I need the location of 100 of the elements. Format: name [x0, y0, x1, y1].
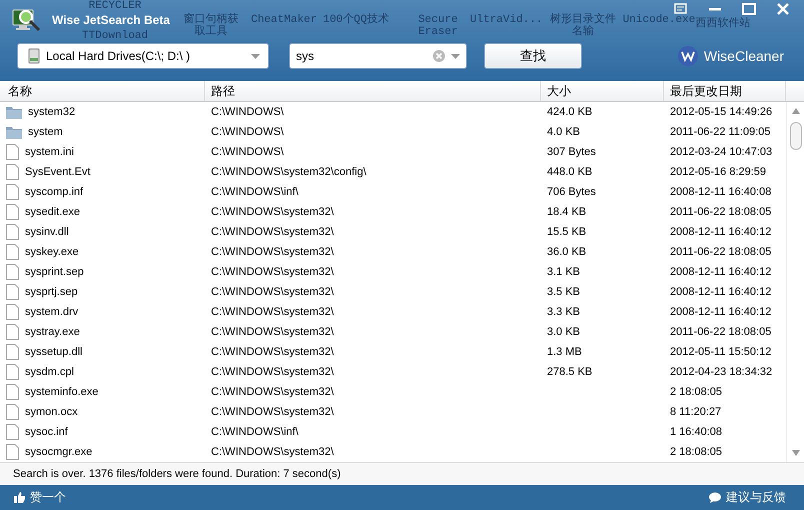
- maximize-icon[interactable]: [742, 3, 756, 15]
- desktop-icon-label: Secure Eraser: [417, 14, 459, 38]
- desktop-icon-label: UltraVid...: [470, 14, 542, 26]
- file-size: 424.0 KB: [547, 106, 592, 118]
- modified-date: 2012-05-15 14:49:26: [670, 106, 772, 118]
- file-icon: [6, 284, 19, 300]
- modified-date: 2 18:08:05: [670, 446, 722, 458]
- file-name: system.ini: [25, 146, 74, 158]
- file-size: 4.0 KB: [547, 126, 580, 138]
- file-path: C:\WINDOWS\inf\: [211, 426, 298, 438]
- thumbs-up-icon: [14, 492, 25, 504]
- file-size: 3.0 KB: [547, 326, 580, 338]
- file-name: sysprint.sep: [25, 266, 84, 278]
- folder-icon: [6, 126, 22, 139]
- modified-date: 2012-05-16 8:29:59: [670, 166, 766, 178]
- file-icon: [6, 164, 19, 180]
- file-name: syssetup.dll: [25, 346, 82, 358]
- file-icon: [6, 184, 19, 200]
- file-path: C:\WINDOWS\system32\: [211, 386, 334, 398]
- modified-date: 2012-03-24 10:47:03: [670, 146, 772, 158]
- file-name: syscomp.inf: [25, 186, 84, 198]
- drive-dropdown[interactable]: Local Hard Drives(C:\; D:\ ): [17, 43, 269, 69]
- menu-icon[interactable]: [674, 3, 688, 15]
- file-icon: [6, 324, 19, 340]
- file-icon: [6, 304, 19, 320]
- column-header[interactable]: 大小: [541, 81, 664, 102]
- file-name: sysdm.cpl: [25, 366, 74, 378]
- file-name: system: [28, 126, 63, 138]
- file-icon: [6, 244, 19, 260]
- file-icon: [6, 444, 19, 460]
- file-name: sysoc.inf: [25, 426, 68, 438]
- logo-icon: [678, 46, 698, 66]
- modified-date: 2011-06-22 11:09:05: [670, 126, 771, 138]
- file-path: C:\WINDOWS\system32\: [211, 266, 334, 278]
- column-header[interactable]: 最后更改日期: [664, 81, 786, 102]
- modified-date: 2008-12-11 16:40:08: [670, 186, 772, 198]
- scroll-thumb[interactable]: [790, 122, 802, 150]
- column-header[interactable]: 名称: [0, 81, 205, 102]
- file-path: C:\WINDOWS\system32\: [211, 366, 334, 378]
- file-path: C:\WINDOWS\system32\: [211, 206, 334, 218]
- file-icon: [6, 424, 19, 440]
- file-path: C:\WINDOWS\: [211, 106, 284, 118]
- file-icon: [6, 404, 19, 420]
- modified-date: 2011-06-22 18:08:05: [670, 206, 772, 218]
- folder-icon: [6, 106, 22, 119]
- modified-date: 2 18:08:05: [670, 386, 722, 398]
- modified-date: 8 11:20:27: [670, 406, 722, 418]
- search-combo[interactable]: sys: [289, 43, 467, 69]
- file-path: C:\WINDOWS\system32\config\: [211, 166, 366, 178]
- feedback-link[interactable]: 建议与反馈: [709, 489, 786, 506]
- close-icon[interactable]: [776, 3, 790, 15]
- clear-icon[interactable]: [433, 50, 445, 62]
- file-size: 3.1 KB: [547, 266, 580, 278]
- desktop-icon-label: Unicode.exe: [622, 14, 696, 26]
- brand-name: WiseCleaner: [704, 48, 784, 64]
- file-icon: [6, 224, 19, 240]
- column-header[interactable]: 路径: [205, 81, 541, 102]
- modified-date: 2008-12-11 16:40:12: [670, 226, 772, 238]
- file-size: 15.5 KB: [547, 226, 586, 238]
- file-icon: [6, 264, 19, 280]
- file-path: C:\WINDOWS\: [211, 146, 284, 158]
- file-name: symon.ocx: [25, 406, 78, 418]
- file-icon: [6, 144, 19, 160]
- modified-date: 2012-05-11 15:50:12: [670, 346, 772, 358]
- hard-drive-icon: [28, 48, 40, 64]
- file-name: sysprtj.sep: [25, 286, 78, 298]
- file-size: 706 Bytes: [547, 186, 596, 198]
- speech-bubble-icon: [709, 492, 721, 504]
- desktop-icon-label: RECYCLER: [88, 0, 142, 12]
- file-icon: [6, 384, 19, 400]
- file-path: C:\WINDOWS\: [211, 126, 284, 138]
- file-size: 307 Bytes: [547, 146, 596, 158]
- file-path: C:\WINDOWS\system32\: [211, 406, 334, 418]
- caret-icon: [251, 54, 260, 58]
- desktop-icon-label: 窗口句柄获取工具: [182, 14, 240, 38]
- file-size: 448.0 KB: [547, 166, 592, 178]
- caret-icon[interactable]: [451, 54, 460, 58]
- file-icon: [6, 364, 19, 380]
- scrollbar[interactable]: [786, 102, 804, 462]
- desktop-icon-label: 树形目录文件名输: [549, 14, 617, 38]
- file-name: systray.exe: [25, 326, 80, 338]
- file-name: syskey.exe: [25, 246, 79, 258]
- find-button[interactable]: 查找: [484, 43, 582, 69]
- desktop-icon-label: TTDownload: [80, 30, 149, 42]
- file-name: sysinv.dll: [25, 226, 69, 238]
- file-size: 3.3 KB: [547, 306, 580, 318]
- like-link[interactable]: 赞一个: [14, 489, 66, 506]
- file-name: sysocmgr.exe: [25, 446, 92, 458]
- file-name: systeminfo.exe: [25, 386, 98, 398]
- modified-date: 1 16:40:08: [670, 426, 722, 438]
- scroll-down-icon[interactable]: [792, 450, 800, 456]
- modified-date: 2008-12-11 16:40:12: [670, 266, 772, 278]
- scroll-up-icon[interactable]: [792, 108, 800, 114]
- file-name: SysEvent.Evt: [25, 166, 90, 178]
- file-path: C:\WINDOWS\system32\: [211, 286, 334, 298]
- file-path: C:\WINDOWS\system32\: [211, 346, 334, 358]
- desktop-icon-label: 西西软件站: [694, 18, 752, 30]
- desktop-icon-label: 100个QQ技术: [322, 14, 390, 26]
- file-icon: [6, 344, 19, 360]
- modified-date: 2008-12-11 16:40:12: [670, 286, 772, 298]
